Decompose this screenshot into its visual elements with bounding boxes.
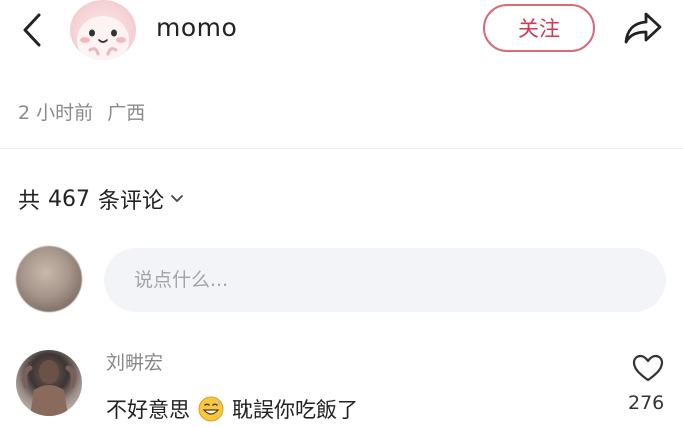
- post-time: 2 小时前: [18, 102, 94, 124]
- commenter-name[interactable]: 刘畊宏: [106, 348, 163, 375]
- heart-icon[interactable]: [630, 352, 666, 384]
- share-icon[interactable]: [618, 6, 668, 50]
- post-meta: 2 小时前 广西: [18, 98, 145, 125]
- author-name[interactable]: momo: [156, 13, 237, 42]
- comment-count-number: 467: [48, 186, 91, 212]
- comment-count-prefix: 共: [18, 189, 41, 214]
- chevron-left-icon[interactable]: [14, 8, 50, 52]
- comment-text: 不好意思 耽誤你吃飯了: [106, 394, 358, 424]
- comment-input[interactable]: [104, 248, 666, 312]
- grinning-sweat-emoji-icon: [198, 396, 224, 422]
- commenter-avatar[interactable]: [16, 350, 82, 416]
- author-avatar[interactable]: [70, 0, 136, 60]
- current-user-avatar: [16, 246, 82, 312]
- comment-text-before: 不好意思: [106, 398, 190, 422]
- comment-count-toggle[interactable]: 共 467 条评论: [18, 183, 184, 215]
- comment-count-suffix: 条评论: [98, 189, 165, 214]
- follow-button[interactable]: 关注: [483, 4, 595, 52]
- header: momo 关注: [0, 0, 683, 60]
- chevron-down-icon: [170, 194, 184, 204]
- comment-text-after: 耽誤你吃飯了: [232, 398, 358, 422]
- comment-item: 刘畊宏 不好意思 耽誤你吃飯了 276: [0, 340, 683, 422]
- post-location: 广西: [107, 102, 146, 124]
- like-count: 276: [628, 392, 665, 414]
- divider: [0, 148, 683, 149]
